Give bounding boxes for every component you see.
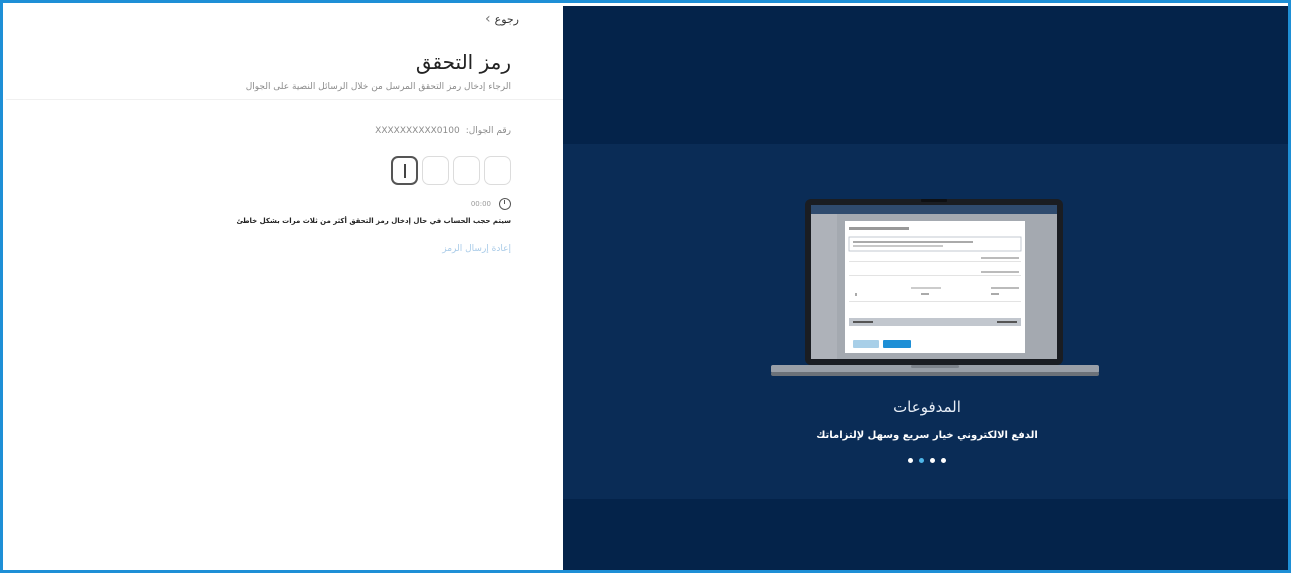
otp-input-group bbox=[391, 156, 511, 185]
otp-digit-3[interactable] bbox=[422, 156, 449, 185]
phone-label: رقم الجوال: bbox=[465, 126, 511, 136]
otp-digit-4[interactable] bbox=[391, 156, 418, 185]
carousel-dot-active[interactable] bbox=[919, 458, 924, 463]
carousel-dot[interactable] bbox=[941, 458, 946, 463]
app-frame: رجوع › رمز التحقق الرجاء إدخال رمز التحق… bbox=[0, 0, 1291, 573]
carousel-dot[interactable] bbox=[930, 458, 935, 463]
otp-digit-2[interactable] bbox=[453, 156, 480, 185]
carousel-dot[interactable] bbox=[908, 458, 913, 463]
lockout-warning: سيتم حجب الحساب في حال إدخال رمز التحقق … bbox=[236, 217, 511, 225]
back-label: رجوع bbox=[494, 12, 519, 26]
promo-carousel: المدفوعات الدفع الالكتروني خيار سريع وسه… bbox=[563, 144, 1288, 499]
countdown-timer: 00:00 bbox=[471, 198, 511, 210]
header-divider bbox=[6, 99, 563, 100]
carousel-dots bbox=[563, 458, 1288, 463]
promo-panel: المدفوعات الدفع الالكتروني خيار سريع وسه… bbox=[563, 6, 1288, 570]
laptop-illustration bbox=[771, 199, 1099, 376]
timer-value: 00:00 bbox=[470, 200, 491, 208]
clock-icon bbox=[499, 198, 511, 210]
resend-code-link[interactable]: إعادة إرسال الرمز bbox=[442, 244, 511, 254]
verification-form-panel: رجوع › رمز التحقق الرجاء إدخال رمز التحق… bbox=[6, 6, 563, 570]
phone-number-row: رقم الجوال: XXXXXXXXXX0100 bbox=[375, 126, 511, 136]
slide-title: المدفوعات bbox=[893, 398, 961, 416]
back-button[interactable]: رجوع › bbox=[485, 12, 519, 26]
page-title: رمز التحقق bbox=[415, 50, 511, 74]
chevron-right-icon: › bbox=[485, 11, 491, 27]
page-subtitle: الرجاء إدخال رمز التحقق المرسل من خلال ا… bbox=[245, 82, 511, 92]
phone-value: XXXXXXXXXX0100 bbox=[375, 126, 460, 136]
otp-digit-1[interactable] bbox=[484, 156, 511, 185]
slide-description: الدفع الالكتروني خيار سريع وسهل لإلتزاما… bbox=[816, 430, 1038, 441]
